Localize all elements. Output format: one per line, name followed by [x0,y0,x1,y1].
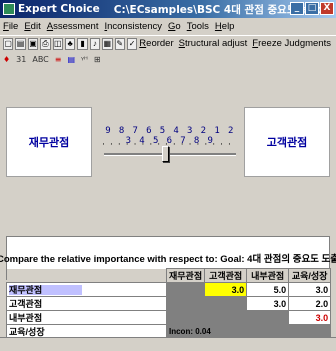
matrix-cell-lower [165,296,206,311]
matrix-cell[interactable]: 3.0 [288,282,332,297]
graphical-mode-button[interactable]: ≡ [55,55,62,64]
table-row: 재무관점 3.0 5.0 3.0 [6,282,332,297]
menu-edit[interactable]: Edit [24,21,40,32]
row-label-customer[interactable]: 고객관점 [6,296,167,311]
matrix-cell-lower [204,310,248,325]
column-header[interactable]: 고객관점 [204,268,248,283]
matrix-cell-diagonal [204,296,248,311]
numerical-mode-button[interactable]: 31 [16,55,26,64]
column-header[interactable]: 교육/성장 [288,268,332,283]
hierarchy-icon[interactable]: ♣ [64,37,76,50]
maximize-button[interactable]: □ [305,2,319,15]
row-label-text: 재무관점 [9,285,83,295]
column-header[interactable]: 내부관점 [246,268,290,283]
slider-thumb[interactable] [162,146,169,162]
app-name: Expert Choice [18,3,100,15]
column-header[interactable]: 재무관점 [165,268,206,283]
matrix-cell[interactable]: 3.0 [204,282,248,297]
left-element-box: 재무관점 [6,107,92,177]
tools-icon[interactable]: ✎ [114,37,125,50]
matrix-cell[interactable]: 2.0 [288,296,332,311]
row-label-finance[interactable]: 재무관점 [6,282,167,297]
sound-icon[interactable]: ♪ [89,37,101,50]
structural-adjust-button[interactable]: Structural adjust [179,38,248,49]
menu-bar: File Edit Assessment Inconsistency Go To… [0,19,336,34]
menu-inconsistency[interactable]: Inconsistency [104,21,162,32]
right-element-box: 고객관점 [244,107,330,177]
status-bar [0,337,336,351]
freeze-judgments-button[interactable]: Freeze Judgments [252,38,331,49]
magic-icon[interactable]: ✓ [126,37,138,50]
close-button[interactable]: X [320,2,334,15]
matrix-cell-diagonal [246,310,290,325]
matrix-cell-lower [165,310,206,325]
bar-graph-icon[interactable]: ▮ [77,37,88,50]
menu-go[interactable]: Go [168,21,181,32]
rating-icon[interactable]: ᵞᴴ [81,55,88,64]
slider-track[interactable] [104,153,236,156]
menu-file[interactable]: File [3,21,18,32]
comparison-matrix: 재무관점 고객관점 내부관점 교육/성장 재무관점 3.0 5.0 3.0 고객… [6,268,336,339]
app-icon [3,3,15,15]
print-preview-icon[interactable]: ◫ [52,37,63,50]
questionnaire-icon[interactable]: ▤ [67,55,75,64]
document-icon[interactable]: ▦ [102,37,113,50]
matrix-header: 재무관점 고객관점 내부관점 교육/성장 [6,268,332,283]
save-icon[interactable]: ▣ [27,37,39,50]
matrix-cell-diagonal [165,282,206,297]
reorder-button[interactable]: Reorder [139,38,173,49]
main-toolbar: ▢ ▤ ▣ ⎙ ◫ ♣ ▮ ♪ ▦ ✎ ✓ Reorder Structural… [0,35,336,51]
title-bar: Expert Choice C:\ECsamples\BSC 4대 관점 중요도… [0,0,336,18]
window-controls: _ □ X [290,2,334,15]
new-file-icon[interactable]: ▢ [3,37,14,50]
color-icon[interactable]: ♦ [3,55,10,64]
menu-assessment[interactable]: Assessment [47,21,99,32]
table-row: 내부관점 3.0 [6,310,332,325]
grid-view-button[interactable]: ⊞ [94,55,101,64]
open-file-icon[interactable]: ▤ [15,37,26,50]
table-row: 고객관점 3.0 2.0 [6,296,332,311]
matrix-cell[interactable]: 3.0 [246,296,290,311]
matrix-corner [6,268,167,283]
minimize-button[interactable]: _ [290,2,304,15]
matrix-cell[interactable]: 3.0 [288,310,332,325]
scale-ticks: ················· [102,140,236,150]
print-icon[interactable]: ⎙ [40,37,51,50]
row-label-internal[interactable]: 내부관점 [6,310,167,325]
mode-toolbar: ♦ 31 ABC ≡ ▤ ᵞᴴ ⊞ [0,52,336,66]
verbal-mode-button[interactable]: ABC [32,55,48,64]
menu-help[interactable]: Help [215,21,235,32]
matrix-cell[interactable]: 5.0 [246,282,290,297]
menu-tools[interactable]: Tools [187,21,209,32]
